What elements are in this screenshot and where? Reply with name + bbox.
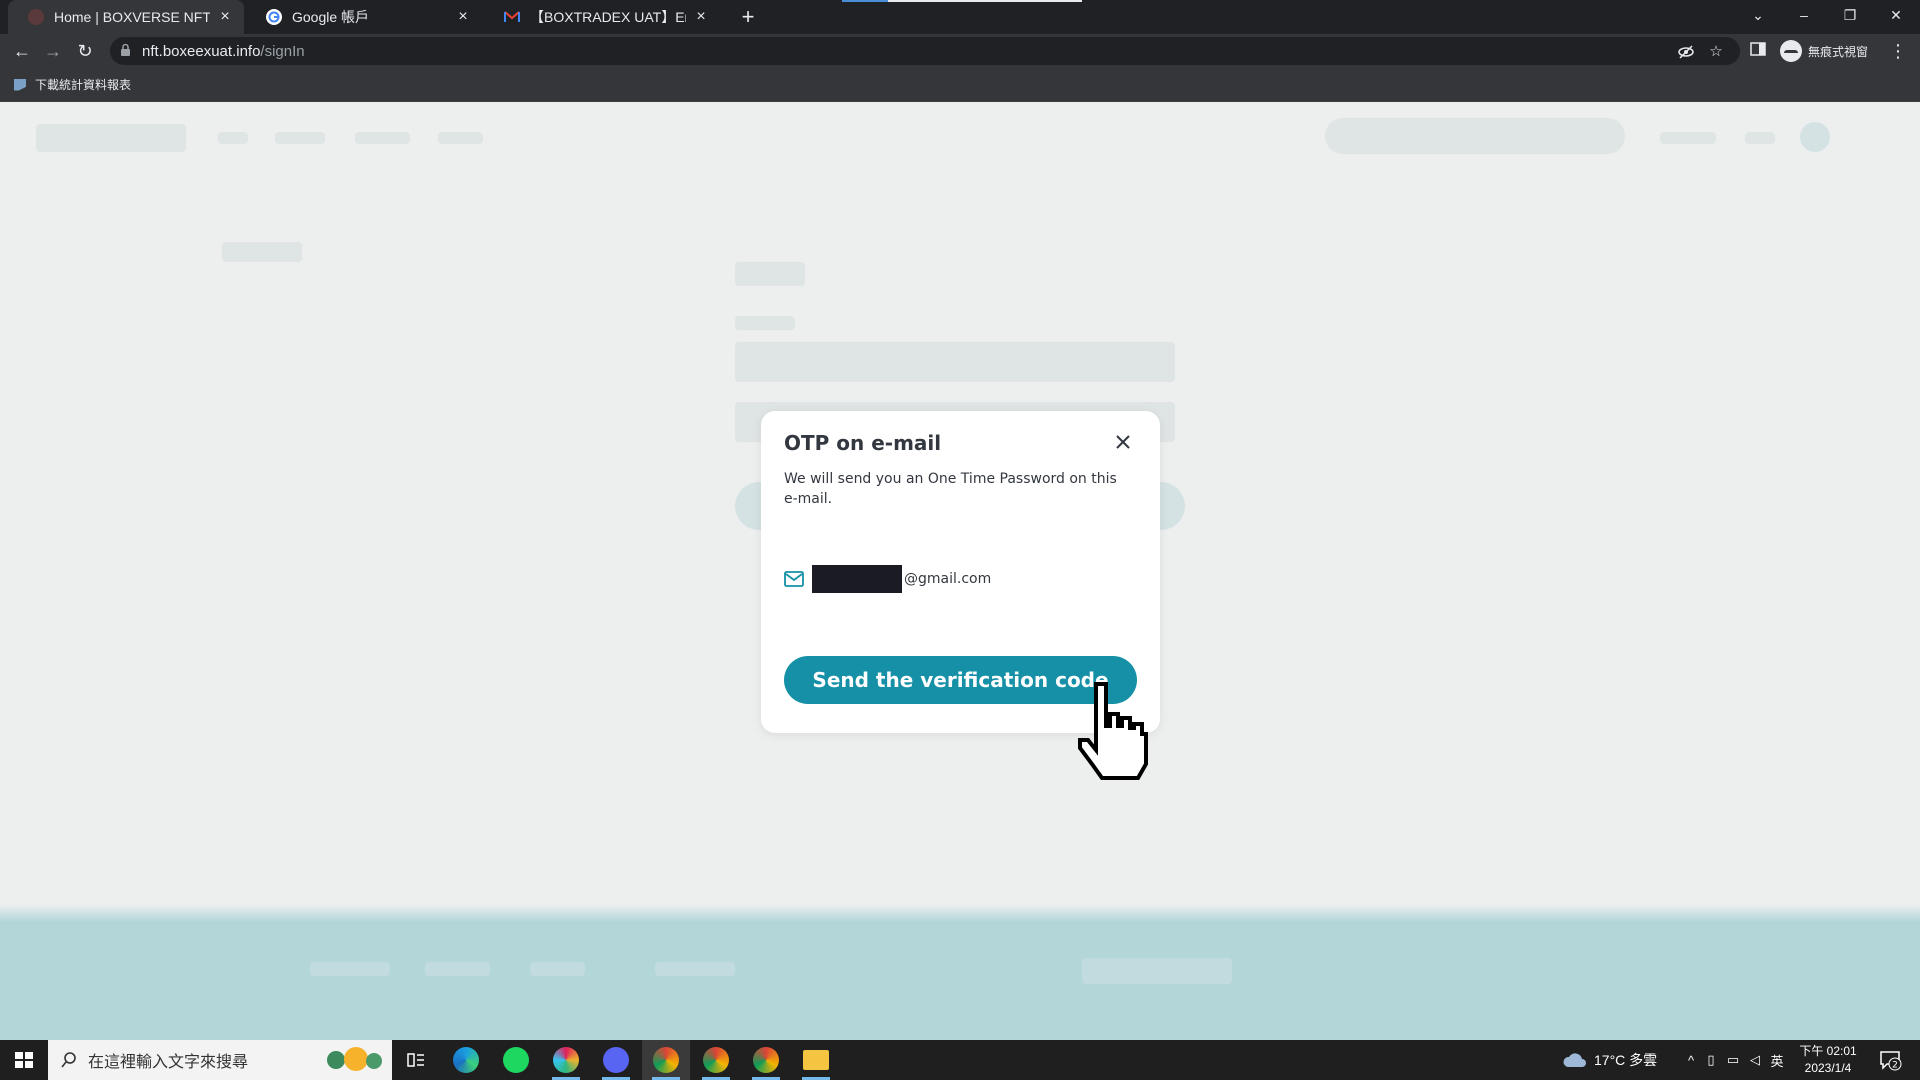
bookmark-item[interactable]: 下載統計資料報表 [14,76,131,93]
dialog-description: We will send you an One Time Password on… [784,471,1117,507]
browser-menu-icon[interactable]: ⋮ [1888,39,1908,63]
clock-date: 2023/1/4 [1804,1061,1852,1075]
url-host: nft.boxeexuat.info [142,43,261,60]
incognito-profile-button[interactable]: 無痕式視窗 [1780,39,1868,63]
chrome-profile-icon[interactable] [742,1040,790,1080]
tray-icons: ^ ▯ ▭ ◁ 英 [1682,1040,1788,1080]
google-favicon-icon [266,9,282,25]
email-display: @gmail.com [784,565,991,593]
address-bar[interactable]: nft.boxeexuat.info/signIn ☆ [110,37,1740,65]
email-domain: @gmail.com [904,571,992,587]
gmail-favicon-icon [504,9,520,25]
url-text: nft.boxeexuat.info/signIn [142,43,305,60]
network-icon[interactable]: ▭ [1722,1052,1744,1068]
forward-button[interactable]: → [41,39,65,63]
window-close-button[interactable]: ✕ [1874,0,1918,30]
url-path: /signIn [260,43,305,60]
windows-start-icon[interactable] [0,1040,48,1080]
slack-icon[interactable] [542,1040,590,1080]
tab-boxtradex-email[interactable]: 【BOXTRADEX UAT】Email veri × [484,0,720,34]
close-icon[interactable] [1110,429,1136,455]
boxverse-favicon-icon [28,9,44,25]
restore-button[interactable]: ❐ [1828,0,1872,30]
cloud-icon [1563,1053,1586,1067]
taskbar-search-box[interactable]: 在這裡輸入文字來搜尋 [48,1040,392,1080]
weather-widget[interactable]: 17°C 多雲 [1562,1040,1657,1080]
usb-icon[interactable]: ▯ [1700,1052,1722,1068]
bookmarks-bar: 下載統計資料報表 [0,68,1920,102]
notification-count: 2 [1892,1061,1898,1071]
mail-icon [784,571,804,587]
lock-icon [121,44,130,56]
search-icon [61,1052,76,1068]
tab-close-icon[interactable]: × [216,8,234,26]
windows-taskbar: 在這裡輸入文字來搜尋 17°C 多雲 ^ ▯ ▭ ◁ 英 下午 02:01 20… [0,1040,1920,1080]
loading-indicator [842,0,1082,2]
reload-button[interactable]: ↻ [73,39,97,63]
tab-title: 【BOXTRADEX UAT】Email veri [530,9,686,25]
tab-close-icon[interactable]: × [692,8,710,26]
chrome-icon[interactable] [692,1040,740,1080]
new-tab-button[interactable]: + [736,5,760,29]
volume-icon[interactable]: ◁ [1744,1052,1766,1068]
redacted-email-user [812,565,902,593]
edge-browser-icon[interactable] [442,1040,490,1080]
tab-close-icon[interactable]: × [454,8,472,26]
task-view-icon[interactable] [392,1040,440,1080]
clock-time: 下午 02:01 [1799,1044,1857,1058]
tab-google-account[interactable]: Google 帳戶 × [246,0,482,34]
notification-center-icon[interactable]: 2 [1878,1048,1902,1072]
hand-cursor-icon [1078,682,1148,780]
tab-boxverse-home[interactable]: Home | BOXVERSE NFT Market × [8,0,244,34]
bookmark-icon [14,78,26,91]
chrome-incognito-icon[interactable] [642,1040,690,1080]
search-highlight-icon[interactable] [322,1044,386,1076]
search-placeholder: 在這裡輸入文字來搜尋 [88,1054,249,1071]
back-button[interactable]: ← [10,39,34,63]
minimize-button[interactable]: – [1782,0,1826,30]
dialog-title: OTP on e-mail [784,431,942,455]
discord-icon[interactable] [592,1040,640,1080]
tab-title: Home | BOXVERSE NFT Market [54,9,210,25]
weather-text: 17°C 多雲 [1594,1052,1658,1068]
tab-search-chevron-icon[interactable]: ⌄ [1736,0,1780,30]
show-hidden-icons-chevron-icon[interactable]: ^ [1682,1053,1700,1068]
file-explorer-icon[interactable] [792,1040,840,1080]
ime-indicator[interactable]: 英 [1766,1051,1788,1070]
browser-toolbar: ← → ↻ nft.boxeexuat.info/signIn ☆ 無痕式視窗 … [0,34,1920,68]
browser-tab-strip: Home | BOXVERSE NFT Market × Google 帳戶 ×… [0,0,1920,34]
bookmark-label: 下載統計資料報表 [35,78,132,92]
bookmark-star-icon[interactable]: ☆ [1706,42,1726,62]
tracking-protection-eye-icon[interactable] [1676,42,1696,62]
incognito-icon [1780,40,1802,62]
incognito-label: 無痕式視窗 [1808,44,1869,59]
spotify-icon[interactable] [492,1040,540,1080]
side-panel-icon[interactable] [1748,39,1768,59]
tab-title: Google 帳戶 [292,9,370,25]
system-clock[interactable]: 下午 02:01 2023/1/4 [1796,1043,1860,1077]
